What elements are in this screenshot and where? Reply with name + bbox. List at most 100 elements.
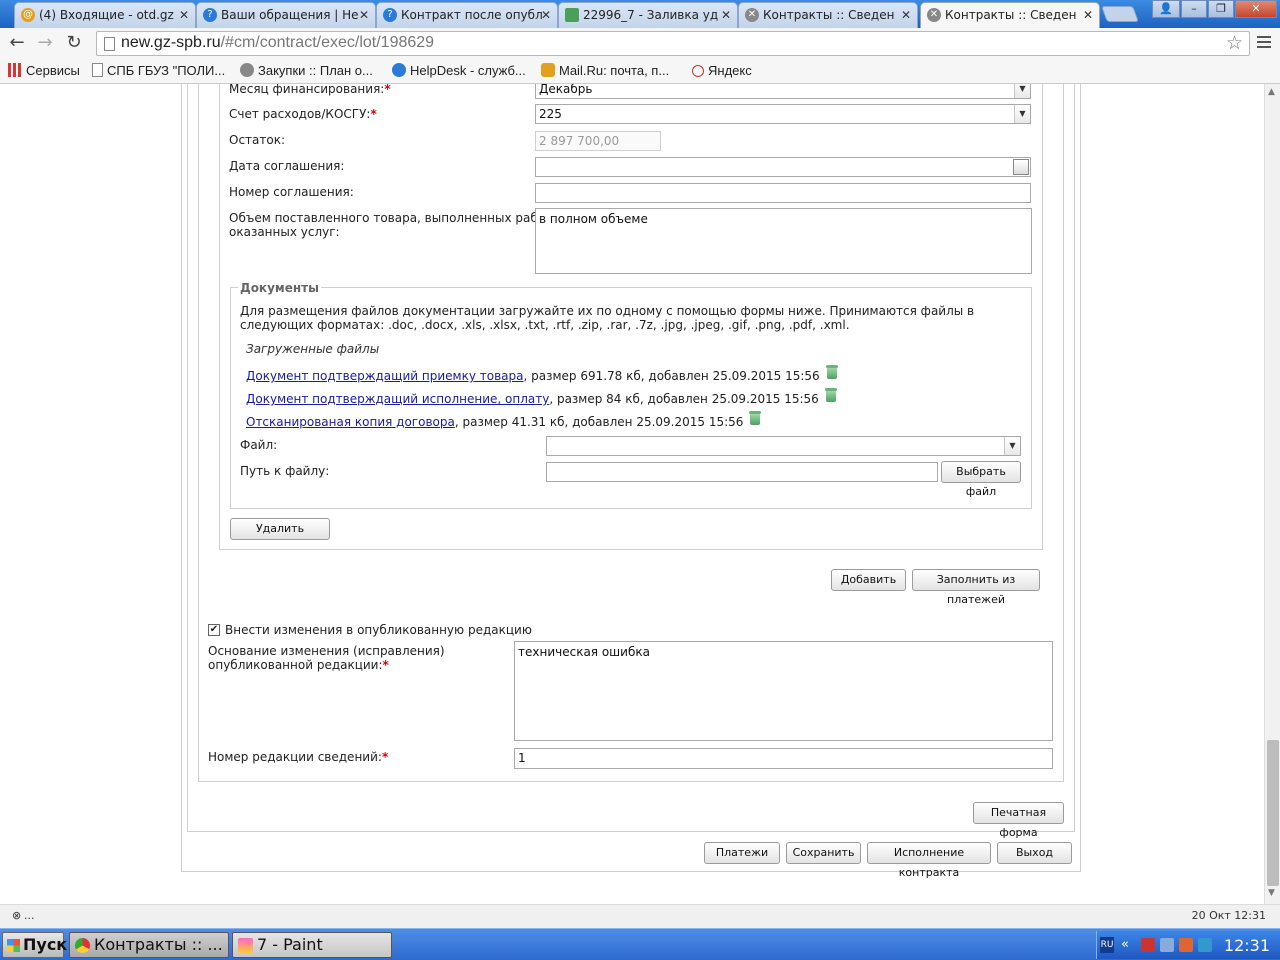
- browser-toolbar: ← → ↻ new.gz-spb.ru/#cm/contract/exec/lo…: [0, 28, 1280, 58]
- bookmark-label: Яндекс: [708, 63, 752, 78]
- window-close-button[interactable]: ✕: [1235, 0, 1277, 18]
- calendar-icon[interactable]: [1013, 159, 1029, 175]
- trash-icon[interactable]: [748, 411, 762, 425]
- bookmark-star-icon[interactable]: ☆: [1226, 32, 1243, 54]
- browser-tab-active[interactable]: ✕ Контракты :: Сведен ✕: [920, 2, 1100, 29]
- close-icon[interactable]: ✕: [1083, 3, 1093, 27]
- taskbar-item-chrome[interactable]: Контракты :: ...: [69, 932, 229, 958]
- browser-tab[interactable]: 22996_7 - Заливка уд ✕: [558, 2, 738, 28]
- kosgu-value: 225: [539, 107, 562, 121]
- new-tab-button[interactable]: [1101, 6, 1139, 22]
- network-icon[interactable]: [1160, 938, 1174, 952]
- bookmark-item[interactable]: Mail.Ru: почта, п...: [541, 63, 669, 78]
- chevron-down-icon[interactable]: ▼: [1004, 437, 1020, 455]
- add-button[interactable]: Добавить: [831, 569, 906, 591]
- scroll-down-icon[interactable]: ▼: [1268, 888, 1275, 898]
- close-icon[interactable]: ✕: [359, 3, 369, 27]
- bookmark-item[interactable]: СПБ ГБУЗ "ПОЛИ...: [92, 63, 225, 78]
- reason-textarea[interactable]: техническая ошибка: [514, 641, 1053, 741]
- month-select[interactable]: Декабрь ▼: [535, 84, 1031, 99]
- tray-expand-icon[interactable]: «: [1121, 938, 1135, 952]
- paint-icon: [238, 938, 253, 953]
- bookmark-item[interactable]: HelpDesk - служб...: [392, 63, 526, 78]
- file-meta: , размер 84 кб, добавлен 25.09.2015 15:5…: [549, 392, 819, 406]
- file-row: Документ подтверждащий приемку товара, р…: [246, 365, 839, 383]
- fill-from-payments-button[interactable]: Заполнить из платежей: [912, 569, 1040, 606]
- task-label: 7 - Paint: [257, 935, 323, 954]
- url-host: new.gz-spb.ru: [121, 34, 221, 51]
- file-link[interactable]: Документ подтверждащий исполнение, оплат…: [246, 392, 549, 406]
- browser-tab[interactable]: ✕ Контракты :: Сведен ✕: [738, 2, 918, 28]
- status-left-text: ...: [24, 909, 35, 922]
- print-form-button[interactable]: Печатная форма: [973, 802, 1064, 839]
- save-button[interactable]: Сохранить: [786, 842, 861, 864]
- payments-button[interactable]: Платежи: [704, 842, 780, 864]
- trash-icon[interactable]: [825, 365, 839, 379]
- forward-button[interactable]: →: [34, 32, 56, 54]
- status-icon: ⊗: [12, 909, 22, 922]
- agreement-date-label: Дата соглашения:: [229, 159, 345, 173]
- documents-legend: Документы: [238, 281, 321, 295]
- close-icon[interactable]: ✕: [901, 3, 911, 27]
- scroll-up-icon[interactable]: ▲: [1268, 87, 1275, 97]
- scroll-thumb[interactable]: [1267, 740, 1279, 886]
- close-icon[interactable]: ✕: [541, 3, 551, 27]
- close-icon[interactable]: ✕: [721, 3, 731, 27]
- vertical-scrollbar[interactable]: ▲ ▼: [1264, 84, 1280, 904]
- reload-button[interactable]: ↻: [63, 32, 85, 54]
- file-select[interactable]: ▼: [546, 436, 1021, 456]
- trash-icon[interactable]: [824, 388, 838, 402]
- publish-changes-checkbox[interactable]: ✔: [208, 624, 220, 636]
- back-button[interactable]: ←: [6, 32, 28, 54]
- remainder-field: 2 897 700,00: [535, 131, 661, 151]
- delete-button[interactable]: Удалить: [230, 518, 330, 540]
- agreement-number-label: Номер соглашения:: [229, 185, 354, 199]
- agreement-date-input[interactable]: [535, 157, 1031, 177]
- volume-label-line2: оказанных услуг:: [229, 225, 340, 239]
- choose-file-button[interactable]: Выбрать файл: [941, 461, 1021, 498]
- bookmark-label: Сервисы: [26, 63, 80, 78]
- menu-icon[interactable]: [1256, 34, 1272, 50]
- mail-icon: [541, 63, 555, 77]
- restore-button[interactable]: ❐: [1208, 0, 1234, 18]
- kosgu-select[interactable]: 225 ▼: [535, 104, 1031, 124]
- file-link[interactable]: Отсканированая копия договора: [246, 415, 455, 429]
- reason-label-line1: Основание изменения (исправления): [208, 644, 445, 658]
- update-icon[interactable]: [1198, 938, 1212, 952]
- agreement-number-input[interactable]: [535, 183, 1031, 203]
- tab-strip: @ (4) Входящие - otd.gz ✕ ? Ваши обращен…: [0, 0, 1280, 29]
- bookmark-label: Mail.Ru: почта, п...: [559, 63, 670, 78]
- bookmark-item[interactable]: Яндекс: [692, 63, 752, 78]
- reason-label: Основание изменения (исправления) опубли…: [208, 644, 445, 672]
- bookmark-item[interactable]: Сервисы: [8, 63, 80, 78]
- start-button[interactable]: Пуск: [2, 932, 67, 958]
- security-icon[interactable]: [1179, 938, 1193, 952]
- contract-execution-button[interactable]: Исполнение контракта: [867, 842, 991, 879]
- status-datetime: 20 Окт 12:31: [1191, 909, 1266, 922]
- chrome-icon: [75, 938, 90, 953]
- close-icon[interactable]: ✕: [179, 3, 189, 27]
- file-path-input[interactable]: [546, 462, 938, 482]
- path-label: Путь к файлу:: [240, 464, 330, 478]
- bookmark-item[interactable]: Закупки :: План о...: [240, 63, 373, 78]
- tab-title: 22996_7 - Заливка уд: [583, 8, 719, 22]
- documents-hint: Для размещения файлов документации загру…: [240, 304, 975, 332]
- tools-icon: ✕: [927, 8, 941, 22]
- revision-input[interactable]: 1: [514, 748, 1053, 769]
- antivirus-icon[interactable]: [1141, 938, 1155, 952]
- browser-tab[interactable]: ? Контракт после опубл ✕: [376, 2, 558, 28]
- language-indicator[interactable]: RU: [1100, 937, 1114, 953]
- minimize-button[interactable]: –: [1181, 0, 1207, 18]
- taskbar-item-paint[interactable]: 7 - Paint: [232, 932, 392, 958]
- file-meta: , размер 41.31 кб, добавлен 25.09.2015 1…: [454, 415, 744, 429]
- address-bar[interactable]: new.gz-spb.ru/#cm/contract/exec/lot/1986…: [96, 31, 1250, 56]
- chevron-down-icon[interactable]: ▼: [1014, 105, 1030, 123]
- bookmarks-bar: Сервисы СПБ ГБУЗ "ПОЛИ... Закупки :: Пла…: [0, 58, 1280, 84]
- file-link[interactable]: Документ подтверждащий приемку товара: [246, 369, 523, 383]
- user-icon[interactable]: 👤: [1152, 0, 1180, 18]
- exit-button[interactable]: Выход: [997, 842, 1072, 864]
- volume-textarea[interactable]: в полном объеме: [535, 208, 1032, 274]
- browser-tab[interactable]: ? Ваши обращения | He ✕: [196, 2, 376, 28]
- chevron-down-icon[interactable]: ▼: [1014, 84, 1030, 98]
- browser-tab[interactable]: @ (4) Входящие - otd.gz ✕: [14, 2, 196, 28]
